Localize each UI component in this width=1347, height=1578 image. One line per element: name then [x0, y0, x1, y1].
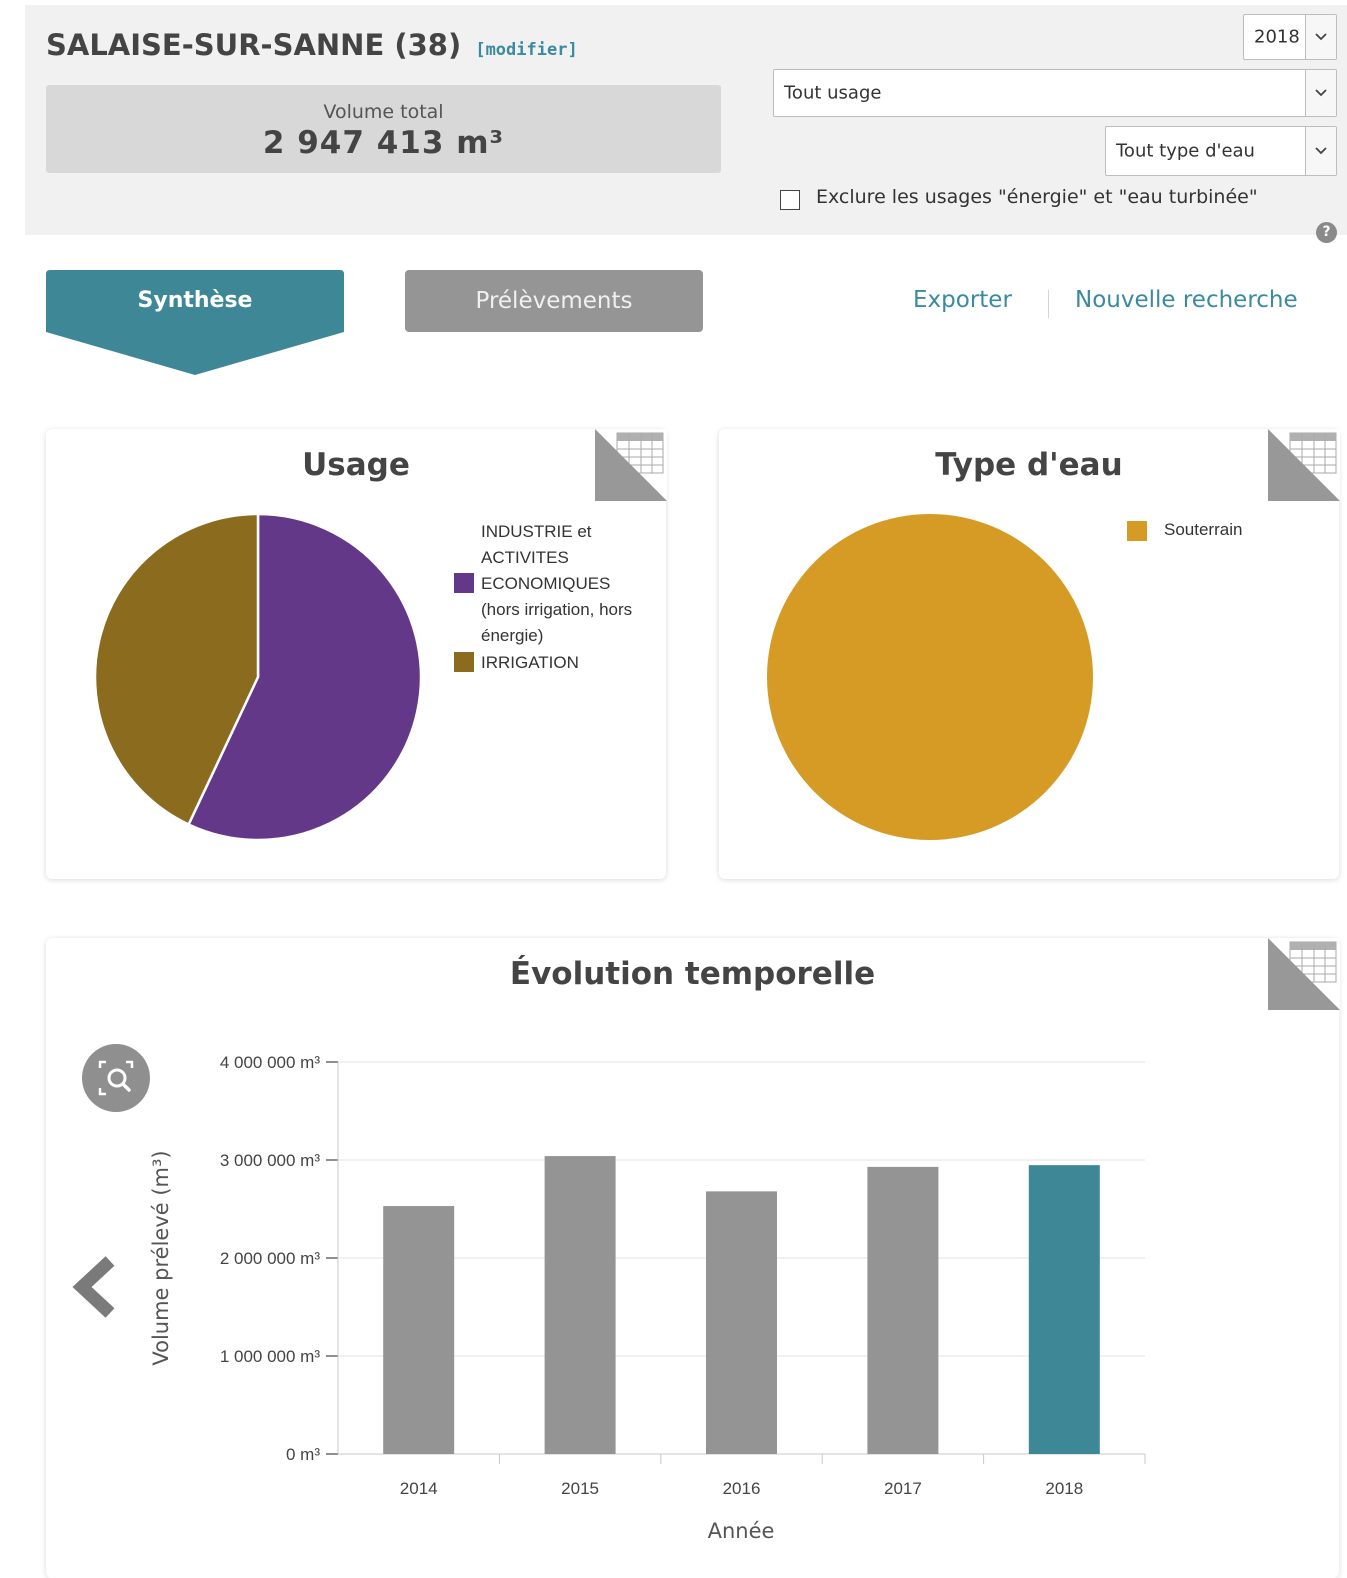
- tab-synthese-label: Synthèse: [137, 288, 253, 313]
- help-icon[interactable]: ?: [1316, 222, 1337, 243]
- table-icon[interactable]: [595, 429, 667, 501]
- water-type-select[interactable]: Tout type d'eau: [1105, 126, 1337, 176]
- y-axis-title: Volume prélevé (m³): [149, 1150, 173, 1365]
- tab-synthese[interactable]: Synthèse: [46, 270, 344, 375]
- water-type-select-value: Tout type d'eau: [1116, 140, 1255, 162]
- legend-item-irrigation[interactable]: IRRIGATION: [454, 652, 579, 674]
- chevron-down-icon: [1305, 127, 1336, 175]
- table-icon[interactable]: [1268, 938, 1340, 1010]
- water-type-pie: [767, 514, 1093, 840]
- legend-swatch-irrigation: [454, 652, 474, 672]
- bar-2017[interactable]: [867, 1166, 939, 1454]
- x-tick-label-2015: 2015: [561, 1479, 599, 1498]
- year-select[interactable]: 2018: [1243, 14, 1337, 60]
- water-slice-souterrain[interactable]: [767, 514, 1093, 840]
- bar-2018[interactable]: [1028, 1165, 1100, 1454]
- legend-swatch-souterrain: [1127, 521, 1147, 541]
- x-tick-label-2016: 2016: [723, 1479, 761, 1498]
- total-volume-value: 2 947 413 m³: [262, 125, 505, 161]
- x-tick-label-2017: 2017: [884, 1479, 922, 1498]
- legend-label-industrie: INDUSTRIE et ACTIVITES ECONOMIQUES (hors…: [481, 522, 633, 645]
- tab-prelevements[interactable]: Prélèvements: [405, 270, 703, 332]
- legend-label-souterrain: Souterrain: [1164, 520, 1243, 539]
- export-link[interactable]: Exporter: [913, 287, 1012, 313]
- usage-card: Usage INDUSTRIE et ACTIVITES ECONOMIQUES…: [46, 429, 667, 879]
- x-tick-label-2018: 2018: [1045, 1479, 1083, 1498]
- chevron-left-icon[interactable]: [70, 1255, 118, 1320]
- bar-2015[interactable]: [544, 1156, 616, 1454]
- y-tick-label: 2 000 000 m³: [220, 1249, 321, 1268]
- y-tick-label: 3 000 000 m³: [220, 1151, 321, 1170]
- total-volume-label: Volume total: [323, 101, 444, 123]
- exclude-energy-label: Exclure les usages "énergie" et "eau tur…: [816, 186, 1258, 208]
- x-axis-title: Année: [708, 1519, 775, 1543]
- exclude-energy-checkbox[interactable]: [780, 190, 800, 210]
- total-volume-box: Volume total 2 947 413 m³: [46, 85, 721, 173]
- y-tick-label: 4 000 000 m³: [220, 1053, 321, 1072]
- commune-name: SALAISE-SUR-SANNE (38): [46, 28, 462, 62]
- new-search-link[interactable]: Nouvelle recherche: [1075, 287, 1298, 313]
- chevron-down-icon: [1305, 15, 1336, 59]
- y-tick-label: 0 m³: [286, 1445, 320, 1464]
- commune-title: SALAISE-SUR-SANNE (38) [modifier]: [46, 28, 578, 62]
- legend-item-industrie[interactable]: INDUSTRIE et ACTIVITES ECONOMIQUES (hors…: [454, 519, 641, 649]
- chevron-down-icon: [1305, 70, 1336, 116]
- usage-select-value: Tout usage: [784, 82, 882, 104]
- usage-pie: [93, 512, 423, 842]
- legend-label-irrigation: IRRIGATION: [481, 653, 579, 672]
- tab-synthese-shape: [46, 270, 344, 375]
- link-divider: [1048, 290, 1049, 318]
- bar-2016[interactable]: [706, 1191, 777, 1454]
- evolution-chart-title: Évolution temporelle: [509, 956, 876, 992]
- bar-2014[interactable]: [383, 1206, 455, 1454]
- legend-swatch-industrie: [454, 573, 474, 593]
- water-type-card: Type d'eau Souterrain: [719, 429, 1340, 879]
- legend-item-souterrain[interactable]: Souterrain: [1127, 519, 1242, 541]
- zoom-reset-icon: [98, 1060, 134, 1096]
- usage-select[interactable]: Tout usage: [773, 69, 1337, 117]
- water-type-chart-title: Type d'eau: [935, 447, 1123, 483]
- x-tick-label-2014: 2014: [400, 1479, 438, 1498]
- evolution-bar-chart: 0 m³ 1 000 000 m³ 2 000 000 m³ 3 000 000 m³…: [149, 1053, 1146, 1543]
- y-tick-label: 1 000 000 m³: [220, 1347, 321, 1366]
- year-select-value: 2018: [1254, 26, 1300, 48]
- usage-chart-title: Usage: [302, 447, 410, 483]
- table-icon[interactable]: [1268, 429, 1340, 501]
- modify-link[interactable]: [modifier]: [475, 40, 577, 60]
